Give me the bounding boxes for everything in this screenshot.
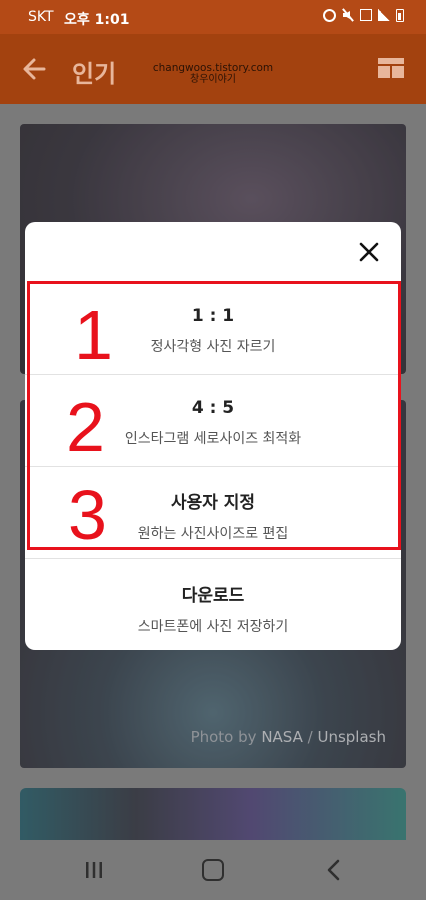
layout-toggle-icon[interactable]: [378, 58, 404, 78]
status-icons: [323, 8, 404, 22]
signal-icon: [378, 9, 390, 21]
divider: [25, 558, 401, 559]
back-arrow-icon[interactable]: [20, 54, 50, 84]
alarm-icon: [323, 8, 336, 22]
battery-icon: [396, 8, 404, 22]
divider: [25, 466, 401, 467]
option-download[interactable]: 다운로드 스마트폰에 사진 저장하기: [25, 581, 401, 636]
blog-watermark: changwoos.tistory.com 창우이야기: [152, 62, 274, 86]
annotation-number: 1: [74, 296, 113, 374]
nav-back-icon[interactable]: [324, 859, 344, 881]
watermark-name: 창우이야기: [190, 74, 236, 85]
watermark-url: changwoos.tistory.com: [152, 62, 274, 74]
option-description: 스마트폰에 사진 저장하기: [137, 619, 289, 635]
app-bar: 인기 changwoos.tistory.com 창우이야기: [0, 34, 426, 104]
home-icon[interactable]: [202, 859, 224, 881]
page-title: 인기: [72, 60, 117, 88]
annotation-number: 3: [68, 476, 107, 554]
mute-icon: [342, 8, 354, 22]
annotation-number: 2: [66, 388, 105, 466]
system-nav-bar: [0, 840, 426, 900]
recent-apps-icon[interactable]: [84, 860, 104, 880]
divider: [25, 374, 401, 375]
status-bar: SKT 오후 1:01: [0, 0, 426, 34]
option-title: 다운로드: [181, 586, 245, 606]
lte-icon: [360, 9, 372, 21]
clock: 오후 1:01: [64, 12, 130, 28]
carrier-label: SKT: [28, 9, 54, 25]
close-icon[interactable]: [357, 240, 381, 264]
